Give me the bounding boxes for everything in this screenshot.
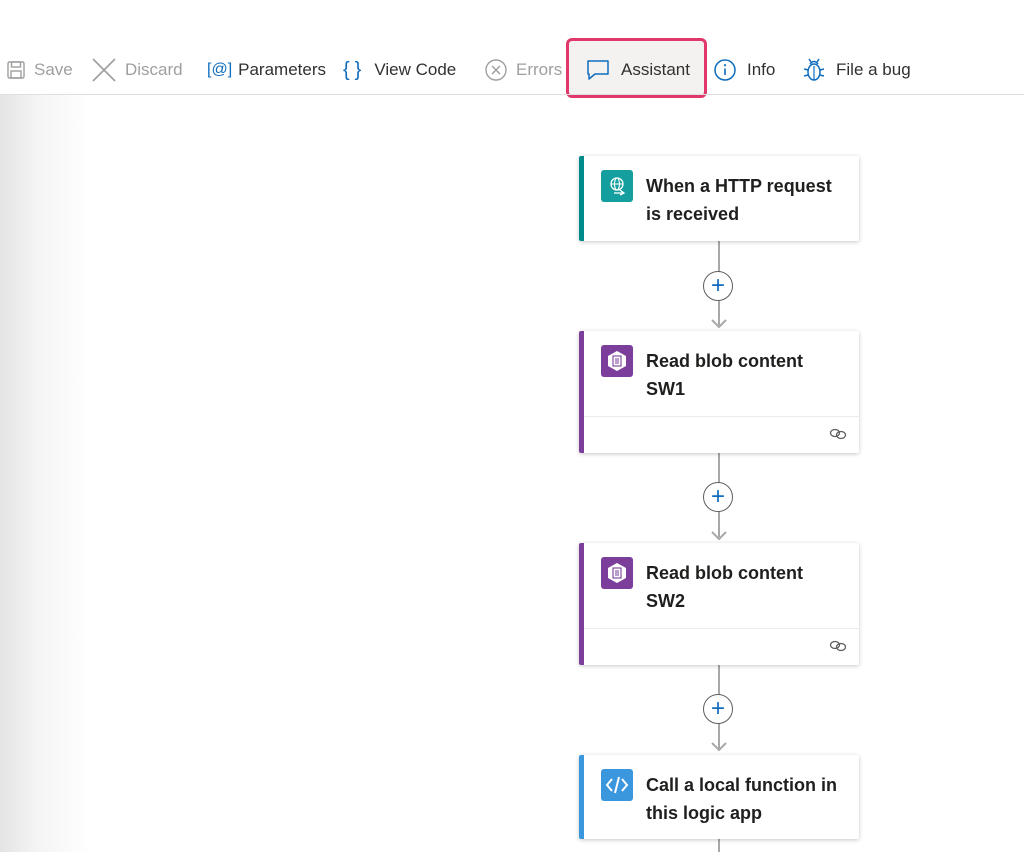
close-icon — [91, 57, 117, 83]
http-request-icon — [601, 170, 633, 202]
card-title: Read blob content SW2 — [646, 563, 803, 611]
add-step-button[interactable]: + — [703, 482, 733, 512]
assistant-label: Assistant — [621, 60, 690, 79]
plus-icon: + — [710, 483, 725, 510]
view-code-button[interactable]: {} View Code — [343, 46, 456, 94]
left-panel-shadow — [0, 95, 90, 852]
card-title: When a HTTP request is received — [646, 176, 832, 224]
parameters-icon: [@] — [207, 61, 233, 78]
blob-storage-icon — [601, 345, 633, 377]
info-button[interactable]: Info — [713, 46, 775, 94]
parameters-label: Parameters — [238, 60, 327, 79]
add-step-button[interactable]: + — [703, 694, 733, 724]
plus-icon: + — [710, 272, 725, 299]
error-circle-icon — [484, 58, 508, 82]
plus-icon: + — [710, 695, 725, 722]
designer-toolbar: Save Discard [@] Parameters {} View Code… — [0, 46, 1024, 95]
connection-link-icon[interactable] — [829, 427, 847, 446]
workflow-card-read-blob-sw1[interactable]: Read blob content SW1 — [579, 331, 859, 453]
file-bug-label: File a bug — [836, 60, 911, 79]
discard-button[interactable]: Discard — [91, 46, 183, 94]
workflow-card-read-blob-sw2[interactable]: Read blob content SW2 — [579, 543, 859, 665]
code-icon — [601, 769, 633, 801]
info-label: Info — [747, 60, 776, 79]
view-code-label: View Code — [374, 60, 457, 79]
card-title: Call a local function in this logic app — [646, 775, 838, 823]
save-label: Save — [34, 60, 73, 79]
assistant-button[interactable]: Assistant — [586, 46, 690, 94]
blob-storage-icon — [601, 557, 633, 589]
save-icon — [6, 60, 26, 80]
connection-link-icon[interactable] — [829, 639, 847, 658]
card-accent-bar — [579, 156, 584, 241]
workflow-card-call-local-function[interactable]: Call a local function in this logic app — [579, 755, 859, 839]
logic-app-designer: Save Discard [@] Parameters {} View Code… — [0, 0, 1024, 852]
file-bug-button[interactable]: File a bug — [802, 46, 911, 94]
errors-label: Errors — [516, 60, 563, 79]
braces-icon: {} — [343, 58, 367, 81]
card-accent-bar — [579, 755, 584, 839]
bug-icon — [802, 57, 826, 83]
add-step-button[interactable]: + — [703, 271, 733, 301]
arrow-down-icon — [711, 742, 727, 752]
arrow-down-icon — [711, 531, 727, 541]
chat-bubble-icon — [586, 59, 610, 81]
arrow-down-icon — [711, 319, 727, 329]
card-footer — [584, 628, 859, 665]
connector-line — [718, 839, 720, 852]
discard-label: Discard — [125, 60, 183, 79]
parameters-button[interactable]: [@] Parameters — [207, 46, 326, 94]
card-title: Read blob content SW1 — [646, 351, 803, 399]
info-icon — [713, 58, 737, 82]
workflow-card-http-trigger[interactable]: When a HTTP request is received — [579, 156, 859, 241]
card-footer — [584, 416, 859, 453]
errors-button[interactable]: Errors — [484, 46, 562, 94]
save-button[interactable]: Save — [6, 46, 73, 94]
